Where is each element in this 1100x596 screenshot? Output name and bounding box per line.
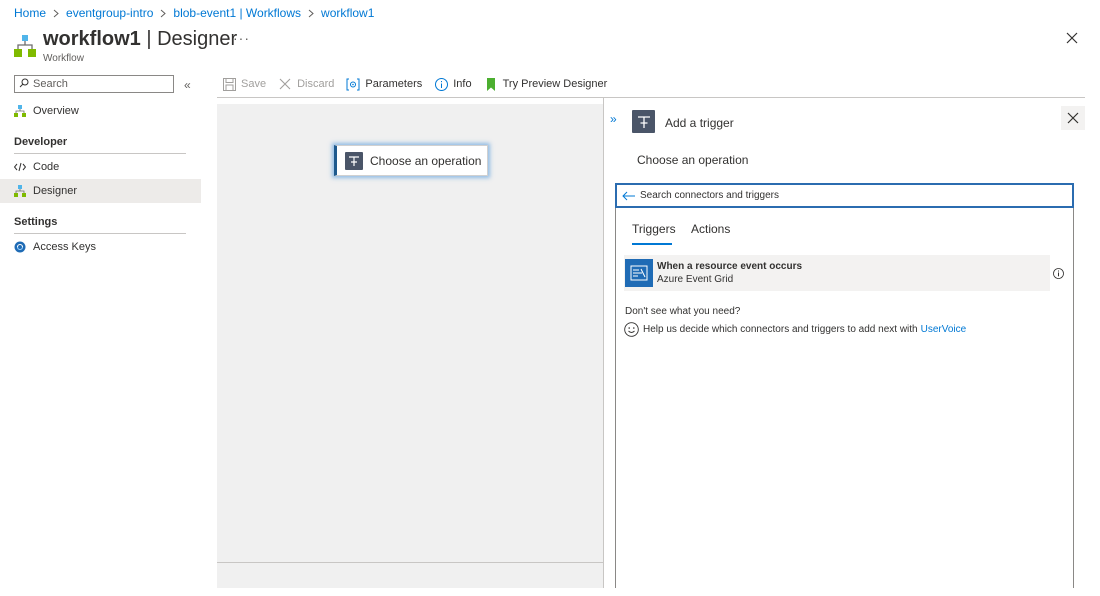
- code-icon: [14, 161, 26, 173]
- nav-item-label: Overview: [33, 105, 79, 117]
- result-connector: Azure Event Grid: [657, 274, 734, 285]
- access-keys-icon: [14, 241, 26, 253]
- divider: [217, 562, 603, 563]
- chevron-right-icon: [308, 9, 314, 18]
- page-header: workflow1 | Designer Workflow: [14, 28, 237, 64]
- nav-item-designer[interactable]: Designer: [0, 179, 201, 203]
- page-subtitle: Workflow: [43, 53, 84, 64]
- command-bar: Save Discard Parameters Info Try Preview…: [222, 75, 619, 93]
- expand-panel-button[interactable]: »: [610, 112, 617, 126]
- more-options-button[interactable]: ···: [233, 30, 250, 46]
- close-icon[interactable]: [1064, 30, 1080, 46]
- try-preview-designer-button[interactable]: Try Preview Designer: [484, 77, 607, 91]
- connector-search-box: [615, 183, 1074, 208]
- breadcrumb: Home eventgroup-intro blob-event1 | Work…: [14, 6, 374, 20]
- nav-item-label: Code: [33, 161, 60, 173]
- breadcrumb-workflow[interactable]: workflow1: [321, 6, 374, 20]
- trigger-icon: [632, 110, 655, 133]
- workflow-icon: [14, 105, 26, 117]
- choose-operation-card[interactable]: Choose an operation: [334, 145, 488, 176]
- divider: [14, 233, 186, 234]
- card-label: Choose an operation: [370, 153, 482, 168]
- designer-canvas[interactable]: [217, 104, 603, 588]
- nav-section-developer: Developer: [14, 136, 68, 148]
- nav-search-input[interactable]: [33, 78, 163, 90]
- panel-title: Add a trigger: [665, 116, 734, 130]
- event-grid-icon: [625, 259, 653, 287]
- breadcrumb-workflows[interactable]: blob-event1 | Workflows: [173, 6, 301, 20]
- breadcrumb-resource-group[interactable]: eventgroup-intro: [66, 6, 153, 20]
- chevron-right-icon: [160, 9, 167, 18]
- save-icon: [222, 77, 236, 91]
- nav-section-settings: Settings: [14, 216, 58, 228]
- feedback-text: Help us decide which connectors and trig…: [643, 324, 918, 335]
- nav-search-box: [14, 75, 174, 93]
- parameters-button[interactable]: Parameters: [346, 77, 422, 91]
- info-button[interactable]: Info: [434, 77, 472, 91]
- info-icon[interactable]: [1053, 268, 1064, 279]
- smiley-icon: [624, 322, 639, 337]
- tab-selected-indicator: [632, 243, 672, 245]
- tab-actions[interactable]: Actions: [691, 222, 730, 236]
- panel-subtitle: Choose an operation: [637, 153, 749, 167]
- result-title: When a resource event occurs: [657, 261, 803, 272]
- info-icon: [434, 77, 448, 91]
- feedback-row: Help us decide which connectors and trig…: [624, 322, 966, 337]
- nav-item-label: Designer: [33, 185, 78, 197]
- workflow-icon: [14, 185, 26, 197]
- bookmark-icon: [484, 77, 498, 91]
- collapse-nav-button[interactable]: «: [184, 78, 191, 92]
- breadcrumb-home[interactable]: Home: [14, 6, 46, 20]
- nav-item-overview[interactable]: Overview: [0, 99, 201, 123]
- discard-button[interactable]: Discard: [278, 77, 334, 91]
- trigger-result-item[interactable]: When a resource event occurs Azure Event…: [624, 255, 1050, 291]
- trigger-icon: [345, 151, 363, 170]
- search-icon: [19, 77, 29, 91]
- uservoice-link[interactable]: UserVoice: [921, 324, 967, 335]
- divider: [14, 153, 186, 154]
- divider: [217, 97, 1085, 98]
- nav-item-access-keys[interactable]: Access Keys: [0, 235, 201, 259]
- chevron-right-icon: [53, 9, 59, 18]
- nav-item-label: Access Keys: [33, 241, 96, 253]
- close-icon[interactable]: [1061, 106, 1085, 130]
- nav-item-code[interactable]: Code: [0, 155, 201, 179]
- panel-divider: [603, 98, 604, 588]
- close-icon: [278, 77, 292, 91]
- save-button[interactable]: Save: [222, 77, 266, 91]
- tab-triggers[interactable]: Triggers: [632, 222, 676, 236]
- back-arrow-icon[interactable]: [622, 189, 636, 203]
- page-title: workflow1 | Designer: [43, 28, 238, 50]
- workflow-icon: [14, 35, 36, 57]
- parameters-icon: [346, 77, 360, 91]
- dont-see-heading: Don't see what you need?: [625, 306, 741, 317]
- connector-search-input[interactable]: [640, 190, 1060, 201]
